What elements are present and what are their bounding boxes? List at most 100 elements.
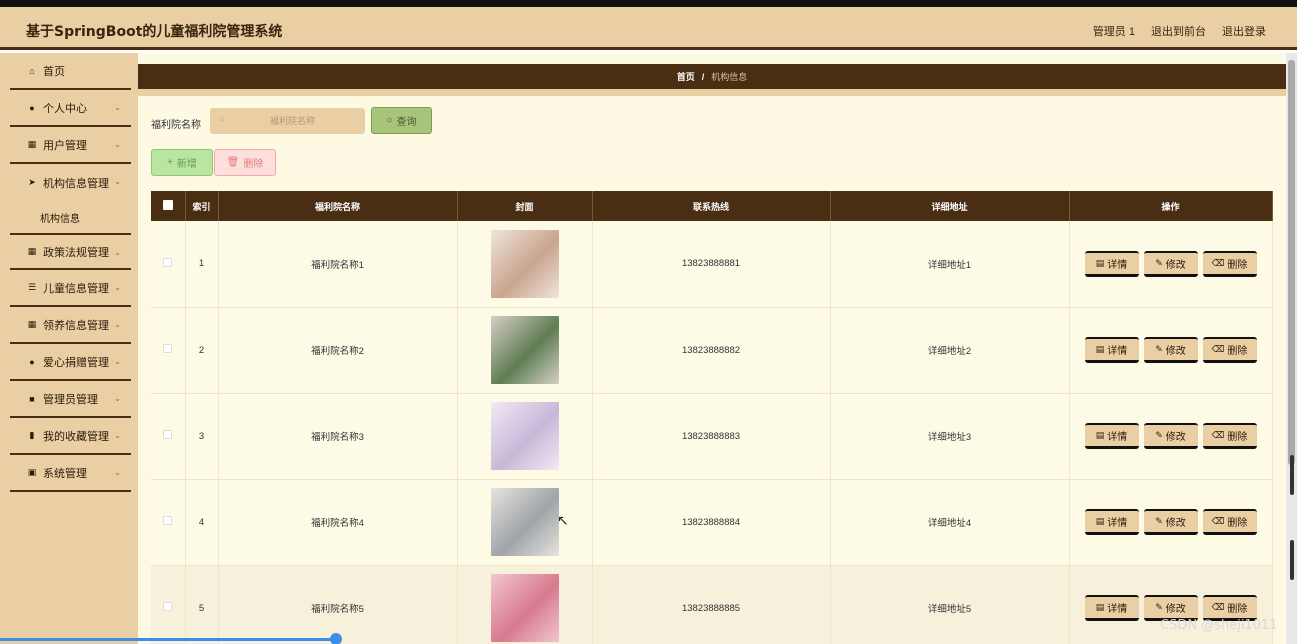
row-cover[interactable]: [457, 393, 593, 480]
row-checkbox[interactable]: [151, 221, 186, 308]
delete-button-label: 删除: [1227, 518, 1248, 529]
sidebar-item-admin-management[interactable]: ■ 管理员管理 ⌄: [10, 381, 131, 418]
row-address: 详细地址5: [830, 565, 1070, 644]
table-row: 3 福利院名称3 13823888883 详细地址3 ▤ 详情 ✎ 修改 ⌫ 删除: [151, 393, 1273, 480]
video-progress-bar[interactable]: [0, 638, 336, 641]
cover-image[interactable]: [490, 402, 559, 470]
sidebar-subitem-institution-info[interactable]: 机构信息: [0, 201, 138, 233]
row-name: 福利院名称2: [218, 307, 458, 394]
search-button-label: 查询: [396, 117, 417, 128]
user-icon: ●: [29, 102, 35, 113]
sidebar-item-policy-management[interactable]: ▦ 政策法规管理 ⌄: [10, 233, 131, 270]
row-checkbox[interactable]: [151, 393, 186, 480]
add-button[interactable]: + 新增: [151, 149, 213, 176]
row-cover[interactable]: [457, 479, 593, 566]
sidebar-item-adoption-management[interactable]: ▦ 领养信息管理 ⌄: [10, 307, 131, 344]
pencil-icon: ✎: [1155, 344, 1163, 354]
breadcrumb: 首页 / 机构信息: [138, 64, 1286, 89]
row-checkbox[interactable]: [151, 565, 186, 644]
back-to-front-link[interactable]: 退出到前台: [1151, 23, 1206, 39]
sidebar-item-label: 管理员管理: [43, 393, 98, 406]
detail-button-label: 详情: [1107, 518, 1128, 529]
table-row: 2 福利院名称2 13823888882 详细地址2 ▤ 详情 ✎ 修改 ⌫ 删除: [151, 307, 1273, 394]
search-button[interactable]: ○ 查询: [371, 107, 432, 134]
video-progress-handle[interactable]: [330, 633, 342, 644]
search-placeholder: 福利院名称: [269, 116, 315, 126]
detail-button[interactable]: ▤ 详情: [1084, 595, 1139, 621]
home-icon: ⌂: [29, 65, 35, 76]
logout-link[interactable]: 退出登录: [1222, 23, 1266, 39]
search-label: 福利院名称: [151, 120, 201, 131]
row-actions: ▤ 详情 ✎ 修改 ⌫ 删除: [1069, 479, 1273, 566]
sidebar-item-label: 首页: [43, 65, 65, 78]
sidebar-item-home[interactable]: ⌂ 首页: [10, 53, 131, 90]
row-phone: 13823888885: [592, 565, 831, 644]
detail-button[interactable]: ▤ 详情: [1084, 337, 1139, 363]
edit-button-label: 修改: [1165, 604, 1186, 615]
cover-image[interactable]: [490, 316, 559, 384]
column-header[interactable]: 联系热线: [592, 191, 831, 221]
trash-icon: 🗑: [226, 157, 240, 168]
cover-image[interactable]: [490, 574, 559, 642]
row-index: 3: [185, 393, 219, 480]
sidebar-item-institution-management[interactable]: ➤ 机构信息管理 ⌄: [10, 164, 131, 201]
row-cover[interactable]: [457, 221, 593, 308]
sidebar-item-system-management[interactable]: ▣ 系统管理 ⌄: [10, 455, 131, 492]
sidebar-item-label: 个人中心: [43, 102, 87, 115]
search-icon: ○: [219, 114, 225, 124]
row-address: 详细地址4: [830, 479, 1070, 566]
detail-button-label: 详情: [1107, 432, 1128, 443]
sidebar-item-label: 儿童信息管理: [43, 282, 109, 295]
delete-button[interactable]: ⌫ 删除: [1202, 509, 1257, 535]
column-header[interactable]: 封面: [457, 191, 593, 221]
trash-icon: ⌫: [1211, 430, 1225, 440]
sidebar-item-personal-center[interactable]: ● 个人中心 ⌄: [10, 90, 131, 127]
detail-button[interactable]: ▤ 详情: [1084, 509, 1139, 535]
chevron-down-icon: ⌄: [114, 283, 121, 292]
select-all-checkbox[interactable]: [151, 191, 186, 221]
sidebar-item-donation-management[interactable]: ● 爱心捐赠管理 ⌄: [10, 344, 131, 381]
column-header[interactable]: 福利院名称: [218, 191, 458, 221]
delete-button[interactable]: ⌫ 删除: [1202, 250, 1257, 277]
detail-button[interactable]: ▤ 详情: [1084, 250, 1139, 277]
row-phone: 13823888884: [592, 479, 831, 566]
sidebar-item-user-management[interactable]: ▦ 用户管理 ⌄: [10, 127, 131, 164]
row-name: 福利院名称5: [218, 565, 458, 644]
batch-delete-button[interactable]: 🗑 删除: [214, 149, 276, 176]
detail-button[interactable]: ▤ 详情: [1084, 423, 1139, 449]
delete-button[interactable]: ⌫ 删除: [1202, 423, 1257, 449]
breadcrumb-separator: /: [701, 71, 705, 82]
edit-button[interactable]: ✎ 修改: [1143, 337, 1198, 363]
breadcrumb-home[interactable]: 首页: [677, 70, 695, 83]
sidebar-item-children-management[interactable]: ☰ 儿童信息管理 ⌄: [10, 270, 131, 307]
row-checkbox[interactable]: [151, 479, 186, 566]
chevron-down-icon: ⌄: [114, 394, 121, 403]
row-cover[interactable]: [457, 565, 593, 644]
chevron-down-icon: ⌄: [114, 103, 121, 112]
row-phone: 13823888881: [592, 221, 831, 308]
edit-button[interactable]: ✎ 修改: [1143, 423, 1198, 449]
sidebar-item-favorites-management[interactable]: ▮ 我的收藏管理 ⌄: [10, 418, 131, 455]
edit-button[interactable]: ✎ 修改: [1143, 509, 1198, 535]
pencil-icon: ✎: [1155, 516, 1163, 526]
row-checkbox[interactable]: [151, 307, 186, 394]
search-input[interactable]: ○ 福利院名称: [210, 108, 365, 134]
edit-button[interactable]: ✎ 修改: [1143, 250, 1198, 277]
delete-button[interactable]: ⌫ 删除: [1202, 337, 1257, 363]
column-header[interactable]: 详细地址: [830, 191, 1070, 221]
delete-button-label: 删除: [1227, 259, 1248, 271]
table-row: 1 福利院名称1 13823888881 详细地址1 ▤ 详情 ✎ 修改 ⌫ 删除: [151, 221, 1273, 308]
scrollbar-thumb[interactable]: [1288, 60, 1295, 465]
row-cover[interactable]: [457, 307, 593, 394]
chevron-down-icon: ⌄: [114, 177, 121, 186]
scroll-indicator: [1290, 540, 1294, 580]
cover-image[interactable]: [490, 229, 559, 298]
table-header-row: 索引 福利院名称 封面 联系热线 详细地址 操作: [151, 191, 1273, 221]
current-user[interactable]: 管理员 1: [1093, 23, 1135, 39]
row-name: 福利院名称4: [218, 479, 458, 566]
clipboard-icon: ▣: [27, 467, 37, 477]
breadcrumb-underline: [138, 89, 1286, 96]
cover-image[interactable]: [490, 488, 559, 556]
detail-button-label: 详情: [1107, 346, 1128, 357]
column-header[interactable]: 索引: [185, 191, 219, 221]
